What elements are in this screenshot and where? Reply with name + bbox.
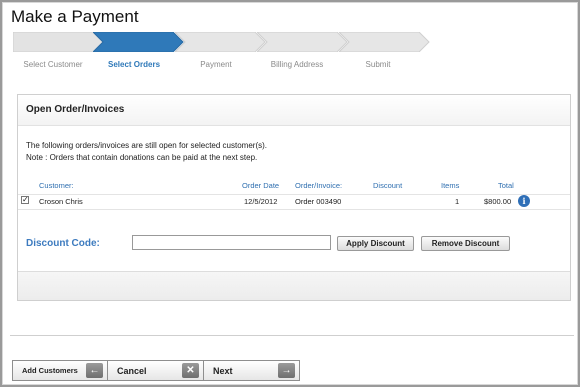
panel-message-line1: The following orders/invoices are still … <box>26 141 267 150</box>
add-customers-label: Add Customers <box>22 366 78 375</box>
column-discount[interactable]: Discount <box>373 181 402 190</box>
panel-message-line2: Note : Orders that contain donations can… <box>26 153 258 162</box>
step-label-submit: Submit <box>365 60 391 69</box>
step-label-payment: Payment <box>200 60 232 69</box>
cell-customer: Croson Chris <box>39 197 83 206</box>
wizard-step-select-orders <box>93 32 185 52</box>
wizard-step-billing-address <box>257 32 349 52</box>
step-label-select-customer: Select Customer <box>23 60 83 69</box>
column-total[interactable]: Total <box>498 181 514 190</box>
divider <box>10 335 574 336</box>
discount-code-input[interactable] <box>132 235 331 250</box>
column-customer[interactable]: Customer: <box>39 181 74 190</box>
info-icon[interactable]: i <box>518 195 530 207</box>
wizard-step-submit <box>339 32 431 52</box>
open-orders-panel: Open Order/Invoices The following orders… <box>17 94 571 301</box>
panel-title: Open Order/Invoices <box>26 104 125 115</box>
wizard-step-select-customer <box>13 32 105 52</box>
remove-discount-button[interactable]: Remove Discount <box>421 236 510 251</box>
cell-items: 1 <box>455 197 460 206</box>
panel-header: Open Order/Invoices <box>18 95 570 126</box>
cancel-button[interactable]: Cancel ✕ <box>107 360 204 381</box>
column-order-invoice[interactable]: Order/Invoice: <box>295 181 342 190</box>
close-icon: ✕ <box>182 363 199 378</box>
payment-window: Make a Payment Select Customer Select Or… <box>0 0 580 387</box>
column-order-date[interactable]: Order Date <box>242 181 279 190</box>
next-label: Next <box>213 366 233 376</box>
discount-code-label: Discount Code: <box>26 238 100 249</box>
orders-table-header: Customer: Order Date Order/Invoice: Disc… <box>18 181 570 193</box>
wizard-step-labels: Select Customer Select Orders Payment Bi… <box>2 60 584 74</box>
panel-footer <box>18 271 570 300</box>
cancel-label: Cancel <box>117 366 147 376</box>
add-customers-button[interactable]: Add Customers ← <box>12 360 108 381</box>
next-button[interactable]: Next → <box>203 360 300 381</box>
table-row: ✓ Croson Chris 12/5/2012 Order 003490 1 … <box>18 194 570 210</box>
arrow-left-icon: ← <box>86 363 103 378</box>
column-items[interactable]: Items <box>441 181 459 190</box>
cell-order-date: 12/5/2012 <box>244 197 278 206</box>
page-title: Make a Payment <box>11 7 139 26</box>
apply-discount-button[interactable]: Apply Discount <box>337 236 414 251</box>
step-label-billing-address: Billing Address <box>270 60 324 69</box>
cell-total: $800.00 <box>484 197 512 206</box>
row-select-checkbox[interactable]: ✓ <box>21 196 29 204</box>
step-label-select-orders: Select Orders <box>107 60 161 69</box>
wizard-step-payment <box>175 32 267 52</box>
arrow-right-icon: → <box>278 363 295 378</box>
cell-order-invoice: Order 003490 <box>295 197 342 206</box>
